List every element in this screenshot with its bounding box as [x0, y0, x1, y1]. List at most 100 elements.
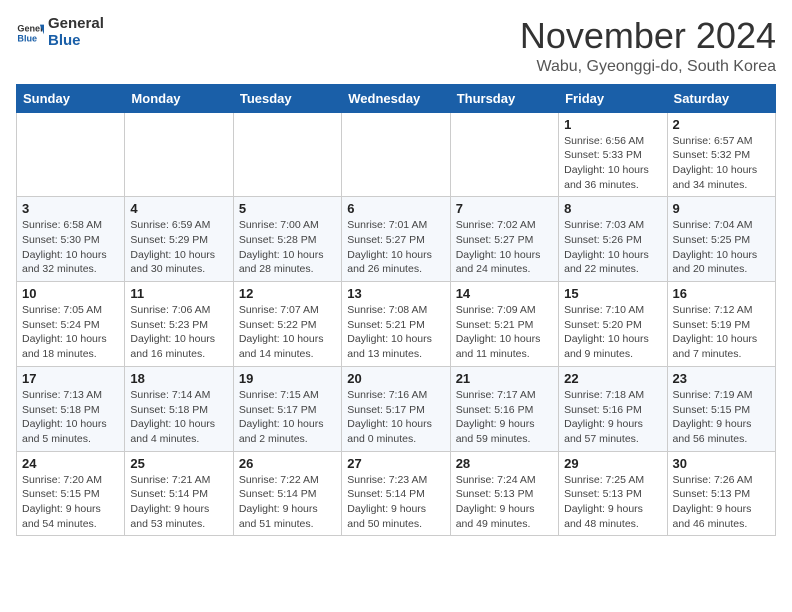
calendar-cell-w4d5: 29Sunrise: 7:25 AMSunset: 5:13 PMDayligh…: [559, 451, 667, 536]
day-info: Sunrise: 7:26 AMSunset: 5:13 PMDaylight:…: [673, 473, 770, 532]
calendar-cell-w4d2: 26 Sunrise: 7:22 AMSunset: 5:14 PMDayligh…: [233, 451, 341, 536]
header-monday: Monday: [125, 84, 233, 112]
calendar-cell-w1d4: 7 Sunrise: 7:02 AMSunset: 5:27 PMDaylight…: [450, 197, 558, 282]
calendar-cell-w4d4: 28 Sunrise: 7:24 AMSunset: 5:13 PMDayligh…: [450, 451, 558, 536]
day-number: 13: [347, 286, 444, 301]
calendar-cell-w3d2: 19 Sunrise: 7:15 AMSunset: 5:17 PMDayligh…: [233, 366, 341, 451]
day-number: 9: [673, 201, 770, 216]
day-info: Sunrise: 7:14 AMSunset: 5:18 PMDaylight:…: [130, 388, 227, 447]
day-number: 11: [130, 286, 227, 301]
calendar-week-3: 17 Sunrise: 7:13 AMSunset: 5:18 PMDayligh…: [17, 366, 776, 451]
calendar-week-2: 10Sunrise: 7:05 AMSunset: 5:24 PMDayligh…: [17, 282, 776, 367]
calendar-cell-w0d5: 1 Sunrise: 6:56 AMSunset: 5:33 PMDaylight…: [559, 112, 667, 197]
calendar-week-1: 3Sunrise: 6:58 AMSunset: 5:30 PMDaylight…: [17, 197, 776, 282]
calendar-cell-w3d5: 22 Sunrise: 7:18 AMSunset: 5:16 PMDayligh…: [559, 366, 667, 451]
day-number: 2: [673, 117, 770, 132]
calendar-cell-w3d1: 18 Sunrise: 7:14 AMSunset: 5:18 PMDayligh…: [125, 366, 233, 451]
calendar-cell-w2d0: 10Sunrise: 7:05 AMSunset: 5:24 PMDayligh…: [17, 282, 125, 367]
calendar-cell-w3d6: 23 Sunrise: 7:19 AMSunset: 5:15 PMDayligh…: [667, 366, 775, 451]
day-info: Sunrise: 7:08 AMSunset: 5:21 PMDaylight:…: [347, 303, 444, 362]
day-info: Sunrise: 7:07 AMSunset: 5:22 PMDaylight:…: [239, 303, 336, 362]
day-info: Sunrise: 7:24 AMSunset: 5:13 PMDaylight:…: [456, 473, 553, 532]
day-number: 22: [564, 371, 661, 386]
calendar-cell-w0d2: [233, 112, 341, 197]
day-number: 27: [347, 456, 444, 471]
calendar-cell-w0d3: [342, 112, 450, 197]
day-number: 18: [130, 371, 227, 386]
month-title: November 2024: [520, 16, 776, 56]
day-info: Sunrise: 7:18 AMSunset: 5:16 PMDaylight:…: [564, 388, 661, 447]
day-number: 23: [673, 371, 770, 386]
calendar-cell-w0d0: [17, 112, 125, 197]
header-friday: Friday: [559, 84, 667, 112]
day-number: 8: [564, 201, 661, 216]
calendar-cell-w2d4: 14Sunrise: 7:09 AMSunset: 5:21 PMDayligh…: [450, 282, 558, 367]
day-number: 29: [564, 456, 661, 471]
calendar-table: SundayMondayTuesdayWednesdayThursdayFrid…: [16, 84, 776, 537]
calendar-cell-w2d2: 12 Sunrise: 7:07 AMSunset: 5:22 PMDayligh…: [233, 282, 341, 367]
day-number: 15: [564, 286, 661, 301]
header: General Blue General Blue November 2024 …: [16, 16, 776, 76]
calendar-header-row: SundayMondayTuesdayWednesdayThursdayFrid…: [17, 84, 776, 112]
header-saturday: Saturday: [667, 84, 775, 112]
day-info: Sunrise: 7:06 AMSunset: 5:23 PMDaylight:…: [130, 303, 227, 362]
day-number: 4: [130, 201, 227, 216]
logo-general: General: [48, 16, 104, 33]
day-info: Sunrise: 6:56 AMSunset: 5:33 PMDaylight:…: [564, 134, 661, 193]
location-subtitle: Wabu, Gyeonggi-do, South Korea: [520, 58, 776, 76]
logo: General Blue General Blue: [16, 16, 104, 49]
day-number: 21: [456, 371, 553, 386]
day-number: 26: [239, 456, 336, 471]
calendar-cell-w2d5: 15Sunrise: 7:10 AMSunset: 5:20 PMDayligh…: [559, 282, 667, 367]
day-info: Sunrise: 7:03 AMSunset: 5:26 PMDaylight:…: [564, 218, 661, 277]
logo-blue: Blue: [48, 33, 104, 50]
day-info: Sunrise: 7:04 AMSunset: 5:25 PMDaylight:…: [673, 218, 770, 277]
title-area: November 2024 Wabu, Gyeonggi-do, South K…: [520, 16, 776, 76]
day-info: Sunrise: 7:01 AMSunset: 5:27 PMDaylight:…: [347, 218, 444, 277]
day-number: 28: [456, 456, 553, 471]
day-info: Sunrise: 7:19 AMSunset: 5:15 PMDaylight:…: [673, 388, 770, 447]
logo-icon: General Blue: [16, 19, 44, 47]
calendar-cell-w4d6: 30Sunrise: 7:26 AMSunset: 5:13 PMDayligh…: [667, 451, 775, 536]
calendar-cell-w1d6: 9 Sunrise: 7:04 AMSunset: 5:25 PMDaylight…: [667, 197, 775, 282]
svg-text:General: General: [17, 23, 44, 33]
day-number: 19: [239, 371, 336, 386]
day-number: 25: [130, 456, 227, 471]
calendar-cell-w2d3: 13 Sunrise: 7:08 AMSunset: 5:21 PMDayligh…: [342, 282, 450, 367]
day-number: 1: [564, 117, 661, 132]
svg-text:Blue: Blue: [17, 33, 37, 43]
calendar-cell-w2d6: 16 Sunrise: 7:12 AMSunset: 5:19 PMDayligh…: [667, 282, 775, 367]
day-number: 17: [22, 371, 119, 386]
day-info: Sunrise: 7:20 AMSunset: 5:15 PMDaylight:…: [22, 473, 119, 532]
day-info: Sunrise: 7:12 AMSunset: 5:19 PMDaylight:…: [673, 303, 770, 362]
calendar-cell-w0d1: [125, 112, 233, 197]
day-info: Sunrise: 7:02 AMSunset: 5:27 PMDaylight:…: [456, 218, 553, 277]
calendar-cell-w4d3: 27 Sunrise: 7:23 AMSunset: 5:14 PMDayligh…: [342, 451, 450, 536]
calendar-cell-w1d1: 4Sunrise: 6:59 AMSunset: 5:29 PMDaylight…: [125, 197, 233, 282]
calendar-week-0: 1 Sunrise: 6:56 AMSunset: 5:33 PMDaylight…: [17, 112, 776, 197]
calendar-cell-w0d4: [450, 112, 558, 197]
day-number: 14: [456, 286, 553, 301]
day-number: 5: [239, 201, 336, 216]
day-number: 10: [22, 286, 119, 301]
header-sunday: Sunday: [17, 84, 125, 112]
calendar-cell-w3d4: 21 Sunrise: 7:17 AMSunset: 5:16 PMDayligh…: [450, 366, 558, 451]
day-number: 12: [239, 286, 336, 301]
header-wednesday: Wednesday: [342, 84, 450, 112]
day-info: Sunrise: 7:23 AMSunset: 5:14 PMDaylight:…: [347, 473, 444, 532]
day-info: Sunrise: 7:13 AMSunset: 5:18 PMDaylight:…: [22, 388, 119, 447]
day-info: Sunrise: 6:57 AMSunset: 5:32 PMDaylight:…: [673, 134, 770, 193]
day-info: Sunrise: 7:22 AMSunset: 5:14 PMDaylight:…: [239, 473, 336, 532]
day-info: Sunrise: 7:16 AMSunset: 5:17 PMDaylight:…: [347, 388, 444, 447]
calendar-cell-w3d0: 17 Sunrise: 7:13 AMSunset: 5:18 PMDayligh…: [17, 366, 125, 451]
calendar-cell-w0d6: 2 Sunrise: 6:57 AMSunset: 5:32 PMDaylight…: [667, 112, 775, 197]
day-info: Sunrise: 7:15 AMSunset: 5:17 PMDaylight:…: [239, 388, 336, 447]
day-number: 24: [22, 456, 119, 471]
day-number: 7: [456, 201, 553, 216]
day-info: Sunrise: 7:17 AMSunset: 5:16 PMDaylight:…: [456, 388, 553, 447]
day-number: 16: [673, 286, 770, 301]
calendar-cell-w4d1: 25Sunrise: 7:21 AMSunset: 5:14 PMDayligh…: [125, 451, 233, 536]
calendar-cell-w2d1: 11 Sunrise: 7:06 AMSunset: 5:23 PMDayligh…: [125, 282, 233, 367]
calendar-cell-w1d5: 8 Sunrise: 7:03 AMSunset: 5:26 PMDaylight…: [559, 197, 667, 282]
calendar-week-4: 24 Sunrise: 7:20 AMSunset: 5:15 PMDayligh…: [17, 451, 776, 536]
